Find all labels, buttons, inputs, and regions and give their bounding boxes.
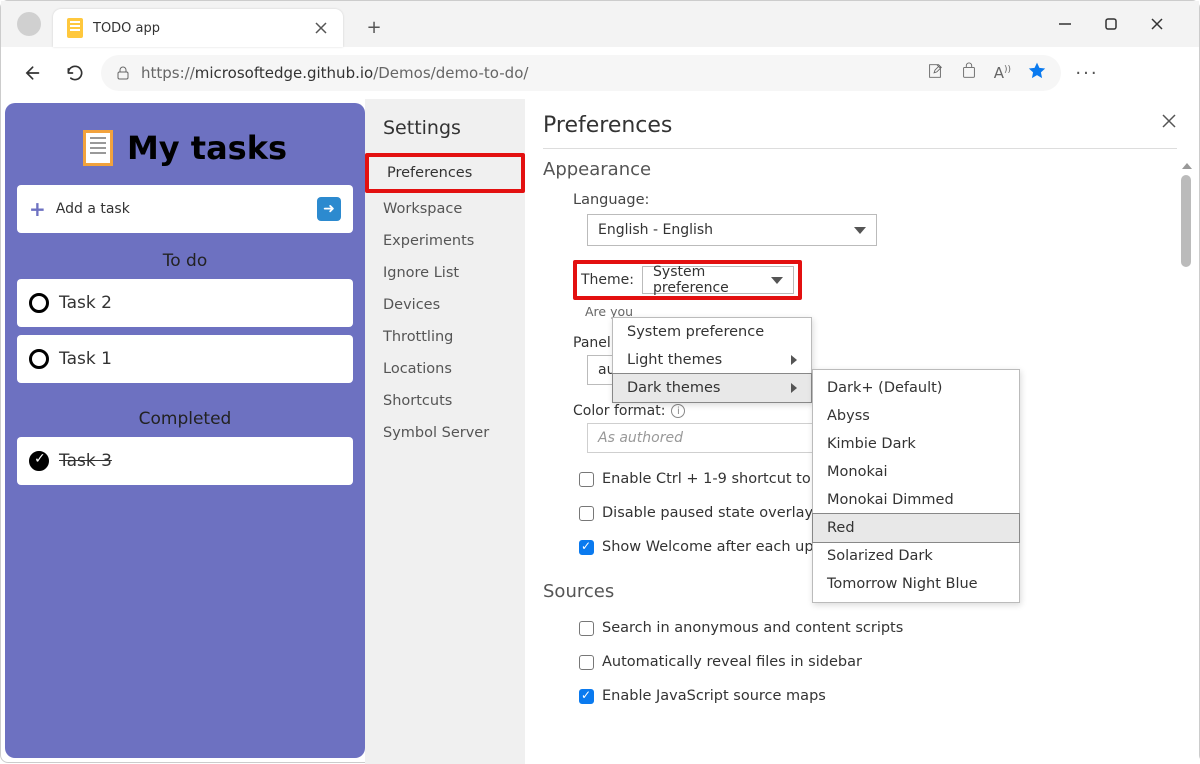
checkbox-js-source-maps[interactable] (579, 689, 594, 704)
theme-dropdown-menu: System preference Light themes Dark them… (612, 317, 812, 403)
preferences-title: Preferences (543, 113, 1177, 149)
settings-sidebar: Settings Preferences Workspace Experimen… (365, 99, 525, 764)
close-tab-icon[interactable] (313, 20, 329, 36)
settings-heading: Settings (365, 113, 525, 153)
favicon-icon (67, 18, 83, 38)
checkbox-reveal-files[interactable] (579, 655, 594, 670)
scrollbar[interactable] (1181, 163, 1193, 764)
favorite-icon[interactable] (1027, 61, 1047, 85)
color-format-value[interactable]: As authored (587, 423, 837, 453)
reader-icon[interactable]: A)) (994, 64, 1011, 82)
back-button[interactable] (13, 55, 49, 91)
scroll-thumb[interactable] (1181, 175, 1191, 267)
minimize-icon[interactable] (1055, 14, 1075, 34)
menu-item-light-themes[interactable]: Light themes (613, 346, 811, 374)
menu-item-red[interactable]: Red (812, 513, 1020, 543)
lock-icon (115, 65, 131, 81)
language-value: English - English (598, 222, 713, 238)
sidebar-item-throttling[interactable]: Throttling (365, 321, 525, 353)
sidebar-item-preferences[interactable]: Preferences (369, 157, 521, 189)
close-window-icon[interactable] (1147, 14, 1167, 34)
language-select[interactable]: English - English (587, 214, 877, 246)
menu-item-kimbie-dark[interactable]: Kimbie Dark (813, 430, 1019, 458)
task-label: Task 3 (59, 451, 112, 471)
edit-page-icon[interactable] (926, 62, 944, 84)
new-tab-button[interactable]: + (357, 10, 391, 44)
task-label: Task 1 (59, 349, 112, 369)
scroll-up-icon[interactable] (1182, 163, 1192, 169)
checkbox-shortcut[interactable] (579, 472, 594, 487)
sidebar-item-devices[interactable]: Devices (365, 289, 525, 321)
chevron-right-icon (791, 383, 797, 393)
add-task-input[interactable]: + Add a task ➜ (17, 185, 353, 233)
checkbox-anon-scripts[interactable] (579, 621, 594, 636)
checkbox-label: Disable paused state overlay (602, 505, 813, 521)
sidebar-item-experiments[interactable]: Experiments (365, 225, 525, 257)
menu-item-dark-themes[interactable]: Dark themes (612, 373, 812, 403)
caret-down-icon (771, 277, 783, 284)
caret-down-icon (854, 227, 866, 234)
checkbox-icon[interactable] (29, 293, 49, 313)
checkbox-label: Show Welcome after each update (602, 539, 846, 555)
menu-item-system-preference[interactable]: System preference (613, 318, 811, 346)
tab-title: TODO app (93, 21, 313, 36)
todo-section-header: To do (17, 251, 353, 271)
preferences-panel: Preferences Appearance Language: English… (525, 99, 1199, 764)
chevron-right-icon (791, 355, 797, 365)
address-bar[interactable]: https://microsoftedge.github.io/Demos/de… (101, 55, 1061, 91)
theme-select[interactable]: System preference (642, 266, 794, 294)
refresh-button[interactable] (57, 55, 93, 91)
dark-themes-submenu: Dark+ (Default) Abyss Kimbie Dark Monoka… (812, 369, 1020, 603)
clipboard-icon (83, 130, 113, 166)
plus-icon: + (29, 197, 46, 221)
checkbox-label: Automatically reveal files in sidebar (602, 654, 862, 670)
browser-tab[interactable]: TODO app (53, 9, 343, 47)
checkbox-paused-overlay[interactable] (579, 506, 594, 521)
more-menu-button[interactable]: ··· (1069, 63, 1105, 84)
menu-item-dark-default[interactable]: Dark+ (Default) (813, 374, 1019, 402)
profile-avatar[interactable] (17, 12, 41, 36)
checkbox-checked-icon[interactable] (29, 451, 49, 471)
checkbox-label: Enable JavaScript source maps (602, 688, 826, 704)
sidebar-item-shortcuts[interactable]: Shortcuts (365, 385, 525, 417)
menu-item-tomorrow-night-blue[interactable]: Tomorrow Night Blue (813, 570, 1019, 598)
menu-item-abyss[interactable]: Abyss (813, 402, 1019, 430)
theme-value: System preference (653, 264, 771, 296)
appearance-heading: Appearance (543, 159, 1177, 180)
sidebar-item-symbol-server[interactable]: Symbol Server (365, 417, 525, 449)
checkbox-welcome[interactable] (579, 540, 594, 555)
sidebar-item-locations[interactable]: Locations (365, 353, 525, 385)
task-item[interactable]: Task 3 (17, 437, 353, 485)
app-title: My tasks (127, 129, 287, 167)
color-format-label: Color format: (573, 403, 665, 419)
submit-task-button[interactable]: ➜ (317, 197, 341, 221)
todo-app: My tasks + Add a task ➜ To do Task 2 Tas… (5, 103, 365, 758)
sidebar-item-ignore-list[interactable]: Ignore List (365, 257, 525, 289)
checkbox-icon[interactable] (29, 349, 49, 369)
info-icon[interactable]: i (671, 404, 685, 418)
task-label: Task 2 (59, 293, 112, 313)
task-item[interactable]: Task 2 (17, 279, 353, 327)
sidebar-item-workspace[interactable]: Workspace (365, 193, 525, 225)
completed-section-header: Completed (17, 409, 353, 429)
language-label: Language: (573, 192, 1177, 208)
url-text: https://microsoftedge.github.io/Demos/de… (141, 64, 528, 82)
task-item[interactable]: Task 1 (17, 335, 353, 383)
shopping-icon[interactable] (960, 62, 978, 84)
maximize-icon[interactable] (1101, 14, 1121, 34)
add-task-placeholder: Add a task (56, 201, 130, 217)
theme-label: Theme: (581, 272, 634, 288)
menu-item-monokai[interactable]: Monokai (813, 458, 1019, 486)
checkbox-label: Search in anonymous and content scripts (602, 620, 903, 636)
menu-item-monokai-dimmed[interactable]: Monokai Dimmed (813, 486, 1019, 514)
close-panel-icon[interactable] (1161, 113, 1177, 134)
menu-item-solarized-dark[interactable]: Solarized Dark (813, 542, 1019, 570)
